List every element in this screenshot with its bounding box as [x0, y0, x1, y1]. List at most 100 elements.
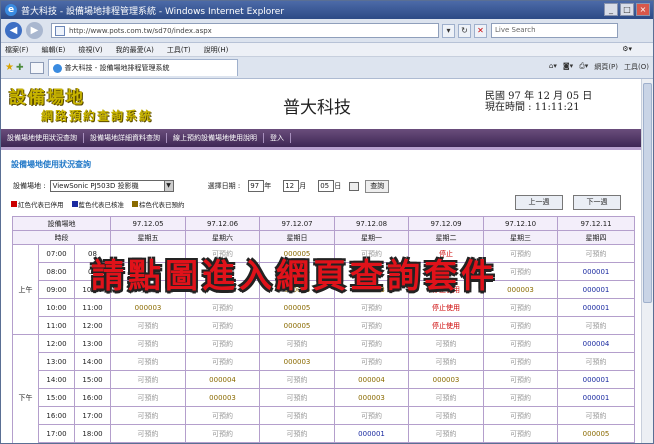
tab-current[interactable]: 普大科技 - 設備場地排程管理系統: [47, 59, 238, 76]
schedule-cell[interactable]: 可預約: [259, 388, 336, 407]
schedule-cell[interactable]: 可預約: [557, 406, 636, 425]
home-icon[interactable]: ⌂▾: [549, 62, 557, 72]
query-button[interactable]: 查詢: [365, 179, 390, 193]
schedule-cell[interactable]: 可預約: [483, 370, 559, 389]
print-icon[interactable]: ⎙▾: [579, 62, 588, 72]
menu-view[interactable]: 檢視(V): [78, 45, 102, 55]
calendar-icon[interactable]: [349, 181, 360, 191]
schedule-cell[interactable]: 000003: [185, 388, 261, 407]
close-button[interactable]: ×: [636, 3, 650, 16]
nav-status-query[interactable]: 設備場地使用狀況查詢: [1, 133, 84, 143]
schedule-cell[interactable]: 可預約: [110, 388, 187, 407]
schedule-cell[interactable]: 可預約: [334, 316, 410, 335]
schedule-cell[interactable]: 停止使用: [408, 316, 485, 335]
venue-select[interactable]: ViewSonic PJ503D 投影機 ▼: [49, 180, 174, 192]
schedule-cell[interactable]: 000003: [110, 298, 187, 317]
nav-detail-query[interactable]: 設備場地詳細資料查詢: [84, 133, 167, 143]
schedule-cell[interactable]: 000005: [557, 424, 636, 443]
schedule-cell[interactable]: 可預約: [259, 334, 336, 353]
menu-edit[interactable]: 編輯(E): [42, 45, 66, 55]
schedule-cell[interactable]: 000001: [557, 298, 636, 317]
prev-week-button[interactable]: 上一週: [515, 195, 563, 210]
schedule-cell[interactable]: 可預約: [483, 388, 559, 407]
schedule-cell[interactable]: 可預約: [110, 370, 187, 389]
schedule-cell[interactable]: 000003: [334, 388, 410, 407]
schedule-cell[interactable]: 000004: [334, 370, 410, 389]
month-input[interactable]: 12: [283, 180, 300, 192]
schedule-cell[interactable]: 可預約: [185, 298, 261, 317]
scrollbar-thumb[interactable]: [643, 83, 652, 303]
url-field[interactable]: http://www.pots.com.tw/sd70/index.aspx: [51, 23, 439, 38]
schedule-cell[interactable]: 可預約: [408, 406, 485, 425]
next-week-button[interactable]: 下一週: [573, 195, 621, 210]
schedule-cell[interactable]: 可預約: [483, 406, 559, 425]
day-input[interactable]: 05: [318, 180, 335, 192]
schedule-cell[interactable]: 000001: [557, 388, 636, 407]
schedule-cell[interactable]: 可預約: [483, 352, 559, 371]
schedule-cell[interactable]: 可預約: [408, 388, 485, 407]
schedule-cell[interactable]: 可預約: [557, 316, 636, 335]
tools-menu[interactable]: 工具(O): [624, 62, 649, 72]
schedule-cell[interactable]: 可預約: [483, 334, 559, 353]
stop-icon[interactable]: ✕: [474, 23, 487, 38]
page-menu[interactable]: 網頁(P): [594, 62, 618, 72]
schedule-cell[interactable]: 000001: [557, 370, 636, 389]
dropdown-arrow-icon[interactable]: ▾: [442, 23, 455, 38]
maximize-button[interactable]: □: [620, 3, 634, 16]
schedule-cell[interactable]: 可預約: [185, 424, 261, 443]
schedule-cell[interactable]: 可預約: [557, 244, 636, 263]
tab-list-icon[interactable]: [29, 61, 44, 74]
schedule-cell[interactable]: 可預約: [483, 424, 559, 443]
forward-button[interactable]: ▶: [26, 22, 43, 39]
schedule-cell[interactable]: 000004: [557, 334, 636, 353]
refresh-icon[interactable]: ↻: [458, 23, 471, 38]
nav-login[interactable]: 登入: [264, 133, 291, 143]
minimize-button[interactable]: _: [604, 3, 618, 16]
menu-help[interactable]: 說明(H): [204, 45, 229, 55]
schedule-cell[interactable]: 可預約: [110, 316, 187, 335]
schedule-cell[interactable]: 可預約: [110, 334, 187, 353]
schedule-cell[interactable]: 可預約: [185, 406, 261, 425]
schedule-cell[interactable]: 可預約: [110, 424, 187, 443]
schedule-cell[interactable]: 可預約: [408, 334, 485, 353]
schedule-cell[interactable]: 可預約: [259, 370, 336, 389]
schedule-cell[interactable]: 可預約: [259, 424, 336, 443]
menu-file[interactable]: 檔案(F): [5, 45, 29, 55]
menu-favorites[interactable]: 我的最愛(A): [116, 45, 154, 55]
schedule-cell[interactable]: 可預約: [334, 352, 410, 371]
vertical-scrollbar[interactable]: [641, 79, 653, 443]
schedule-cell[interactable]: 可預約: [408, 424, 485, 443]
schedule-cell[interactable]: 可預約: [408, 352, 485, 371]
schedule-cell[interactable]: 000001: [334, 424, 410, 443]
favorites-star-icon[interactable]: ★: [5, 62, 14, 73]
schedule-cell[interactable]: 可預約: [334, 406, 410, 425]
schedule-cell[interactable]: 000005: [259, 316, 336, 335]
schedule-cell[interactable]: 可預約: [483, 316, 559, 335]
schedule-cell[interactable]: 可預約: [110, 406, 187, 425]
add-favorite-icon[interactable]: ✚: [16, 63, 24, 73]
schedule-cell[interactable]: 000003: [408, 370, 485, 389]
search-input[interactable]: Live Search: [491, 23, 618, 38]
schedule-cell[interactable]: 000005: [259, 298, 336, 317]
schedule-cell[interactable]: 可預約: [185, 334, 261, 353]
schedule-cell[interactable]: 可預約: [334, 334, 410, 353]
schedule-cell[interactable]: 000001: [557, 280, 636, 299]
back-button[interactable]: ◀: [5, 22, 22, 39]
schedule-cell[interactable]: 000001: [557, 262, 636, 281]
schedule-cell[interactable]: 可預約: [110, 352, 187, 371]
nav-reservation-guide[interactable]: 線上預約設備場地使用說明: [167, 133, 264, 143]
overlay-banner-text[interactable]: 請點圖進入網頁查詢套件: [91, 249, 498, 297]
schedule-cell[interactable]: 可預約: [334, 298, 410, 317]
schedule-cell[interactable]: 可預約: [483, 298, 559, 317]
schedule-cell[interactable]: 可預約: [557, 352, 636, 371]
menu-tools[interactable]: 工具(T): [167, 45, 191, 55]
gear-icon[interactable]: ⚙▾: [622, 45, 632, 53]
schedule-cell[interactable]: 000003: [259, 352, 336, 371]
schedule-cell[interactable]: 停止使用: [408, 298, 485, 317]
schedule-cell[interactable]: 可預約: [259, 406, 336, 425]
year-input[interactable]: 97: [248, 180, 265, 192]
schedule-cell[interactable]: 可預約: [185, 316, 261, 335]
schedule-cell[interactable]: 000004: [185, 370, 261, 389]
schedule-cell[interactable]: 可預約: [185, 352, 261, 371]
feeds-icon[interactable]: ◙▾: [563, 62, 573, 72]
